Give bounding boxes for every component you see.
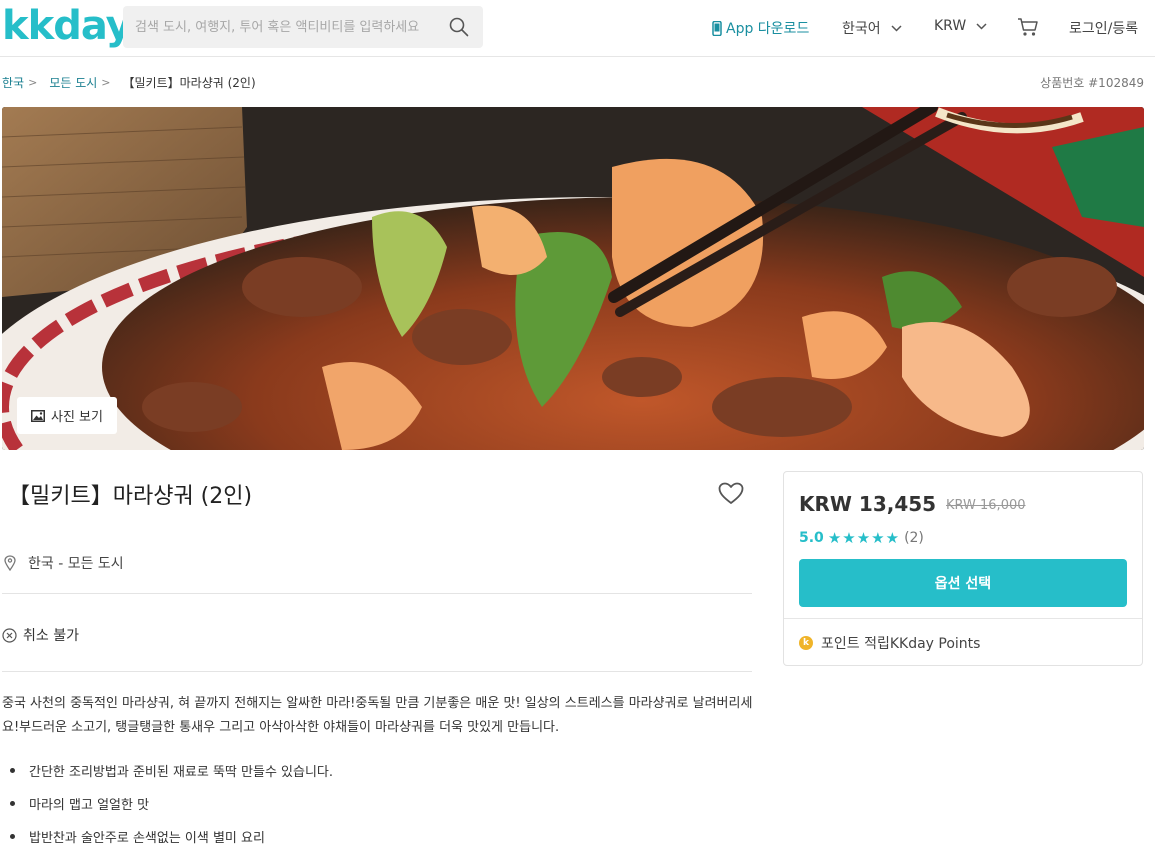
app-download-label: App 다운로드	[726, 21, 810, 37]
breadcrumb: 한국 > 모든 도시 > 【밀키트】마라샹궈 (2인)	[2, 74, 256, 91]
phone-icon	[712, 20, 722, 36]
original-price: KRW 16,000	[946, 498, 1026, 513]
language-label: 한국어	[842, 21, 881, 37]
price-box-divider	[784, 618, 1142, 619]
product-code: 상품번호 #102849	[1040, 76, 1144, 90]
currency-label: KRW	[934, 18, 967, 34]
view-photos-button[interactable]: 사진 보기	[17, 397, 117, 434]
rating[interactable]: 5.0 ★★★★★ (2)	[799, 529, 924, 547]
top-header: kkday App 다운로드 한국어 KRW 로그인/등록	[0, 0, 1155, 57]
login-link[interactable]: 로그인/등록	[1069, 18, 1138, 38]
breadcrumb-item-current: 【밀키트】마라샹궈 (2인)	[122, 76, 256, 90]
cancel-policy: 취소 불가	[2, 625, 79, 645]
cart-button[interactable]	[1017, 16, 1039, 42]
app-download-link[interactable]: App 다운로드	[712, 18, 809, 38]
image-icon	[31, 409, 45, 422]
search-bar[interactable]	[123, 6, 483, 48]
review-count: (2)	[904, 530, 924, 546]
language-select[interactable]: 한국어	[842, 18, 902, 38]
star-icons: ★★★★★	[827, 529, 901, 547]
product-title: 【밀키트】마라샹궈 (2인)	[8, 484, 253, 509]
select-option-button[interactable]: 옵션 선택	[799, 559, 1127, 607]
hero-image[interactable]: 사진 보기	[2, 107, 1144, 450]
product-highlights: 간단한 조리방법과 준비된 재료로 뚝딱 만들수 있습니다. 마라의 맵고 얼얼…	[8, 754, 333, 853]
location-label: 한국 - 모든 도시	[28, 556, 124, 572]
close-circle-icon	[2, 627, 17, 643]
wishlist-button[interactable]	[718, 482, 744, 509]
chevron-down-icon	[891, 24, 902, 32]
section-divider	[2, 671, 752, 672]
points-coin-icon: k	[799, 636, 813, 650]
highlight-item: 밥반찬과 술안주로 손색없는 이색 별미 요리	[8, 820, 333, 853]
price-box: KRW 13,455 KRW 16,000 5.0 ★★★★★ (2) 옵션 선…	[783, 471, 1143, 666]
breadcrumb-separator: >	[101, 76, 111, 89]
highlight-item: 마라의 맵고 얼얼한 맛	[8, 787, 333, 820]
chevron-down-icon	[976, 22, 987, 30]
breadcrumb-separator: >	[28, 76, 38, 89]
points-info: k 포인트 적립KKday Points	[799, 633, 980, 653]
points-label: 포인트 적립KKday Points	[821, 636, 981, 652]
location-pin-icon	[4, 555, 16, 571]
product-description: 중국 사천의 중독적인 마라샹궈, 혀 끝까지 전해지는 알싸한 마라!중독될 …	[2, 696, 753, 735]
cancel-policy-label: 취소 불가	[23, 628, 79, 644]
breadcrumb-item-all-cities[interactable]: 모든 도시	[49, 74, 97, 91]
currency-select[interactable]: KRW	[934, 18, 987, 34]
heart-icon	[718, 482, 744, 504]
current-price: KRW 13,455	[799, 492, 937, 516]
search-input[interactable]	[135, 6, 435, 48]
food-photo	[2, 107, 1144, 450]
rating-score: 5.0	[799, 530, 824, 546]
cart-icon	[1018, 18, 1038, 36]
kkday-logo[interactable]: kkday	[2, 4, 132, 48]
view-photos-label: 사진 보기	[51, 410, 103, 425]
section-divider	[2, 593, 752, 594]
breadcrumb-item-korea[interactable]: 한국	[2, 74, 24, 91]
highlight-item: 간단한 조리방법과 준비된 재료로 뚝딱 만들수 있습니다.	[8, 754, 333, 787]
search-icon[interactable]	[449, 17, 469, 37]
product-location: 한국 - 모든 도시	[4, 553, 124, 573]
